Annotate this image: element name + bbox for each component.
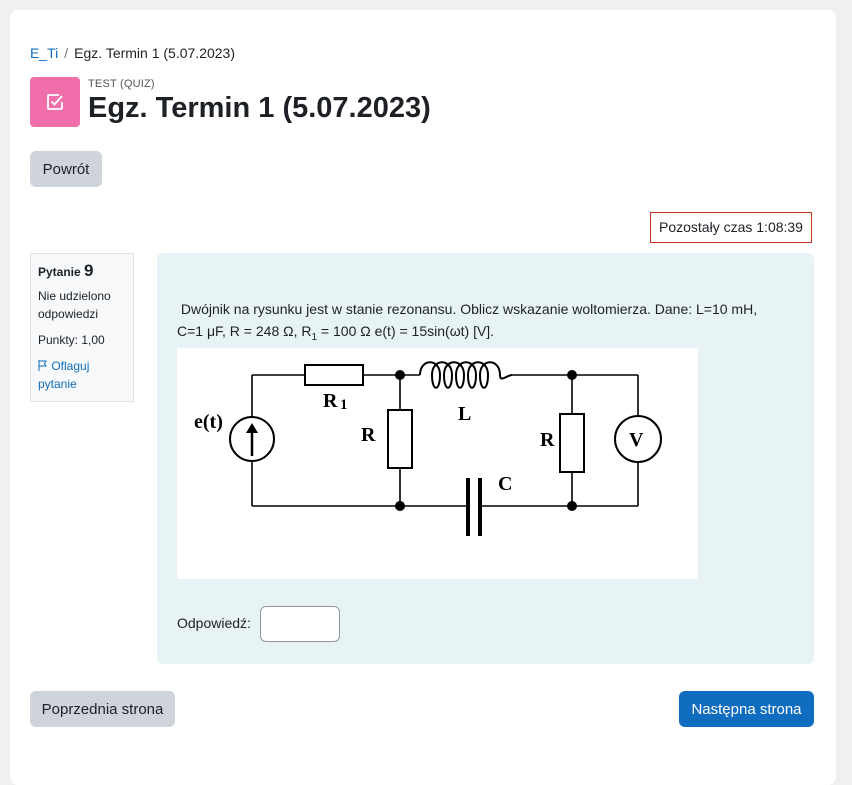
quiz-checkbox-icon <box>30 77 80 127</box>
page-title: Egz. Termin 1 (5.07.2023) <box>88 92 431 124</box>
module-type-label: TEST (QUIZ) <box>88 78 155 90</box>
answer-label: Odpowiedź: <box>177 615 251 631</box>
question-content: Dwójnik na rysunku jest w stanie rezonan… <box>157 253 814 664</box>
question-number-value: 9 <box>84 261 94 280</box>
breadcrumb: E_Ti / Egz. Termin 1 (5.07.2023) <box>30 45 235 61</box>
question-text-line2-b: = 100 Ω e(t) = 15sin(ωt) [V]. <box>317 323 495 339</box>
breadcrumb-current: Egz. Termin 1 (5.07.2023) <box>74 45 236 61</box>
flag-question-link[interactable]: Oflaguj pytanie <box>38 357 126 393</box>
meter-label: V <box>629 429 644 451</box>
question-number-label: Pytanie <box>38 265 81 279</box>
resistor-r <box>387 409 413 469</box>
l-label: L <box>458 403 471 425</box>
question-number: Pytanie 9 <box>38 262 126 281</box>
r2-label: R <box>540 429 555 451</box>
answer-input[interactable] <box>260 606 340 642</box>
r-label: R <box>361 424 376 446</box>
back-button[interactable]: Powrót <box>30 151 102 187</box>
breadcrumb-separator: / <box>64 45 69 61</box>
resistor-r1 <box>304 364 364 386</box>
question-text: Dwójnik na rysunku jest w stanie rezonan… <box>177 298 807 349</box>
breadcrumb-course-link[interactable]: E_Ti <box>30 45 58 61</box>
next-page-button[interactable]: Następna strona <box>679 691 814 727</box>
question-text-line2: C=1 μF, R = 248 Ω, R1 = 100 Ω e(t) = 15s… <box>177 320 807 349</box>
time-remaining-timer: Pozostały czas 1:08:39 <box>650 212 812 243</box>
question-text-line2-a: C=1 μF, R = 248 Ω, R <box>177 323 312 339</box>
page-container: E_Ti / Egz. Termin 1 (5.07.2023) TEST (QUI… <box>10 10 836 785</box>
question-info-panel: Pytanie 9 Nie udzielono odpowiedzi Punkt… <box>30 253 134 402</box>
circuit-figure: e(t) R 1 R L R C V <box>177 348 698 579</box>
r1-sub-label: 1 <box>340 397 348 413</box>
question-grade: Punkty: 1,00 <box>38 333 105 347</box>
question-text-line1: Dwójnik na rysunku jest w stanie rezonan… <box>177 298 807 320</box>
source-label: e(t) <box>194 411 223 433</box>
circuit-diagram: e(t) R 1 R L R C V <box>194 361 662 536</box>
resistor-r2 <box>559 413 585 473</box>
question-text-line1-content: Dwójnik na rysunku jest w stanie rezonan… <box>180 301 758 317</box>
r1-label: R <box>323 390 338 412</box>
question-state: Nie udzielono odpowiedzi <box>38 289 111 321</box>
previous-page-button[interactable]: Poprzednia strona <box>30 691 175 727</box>
flag-icon <box>38 360 47 371</box>
c-label: C <box>498 473 512 495</box>
inductor-l <box>419 361 513 389</box>
